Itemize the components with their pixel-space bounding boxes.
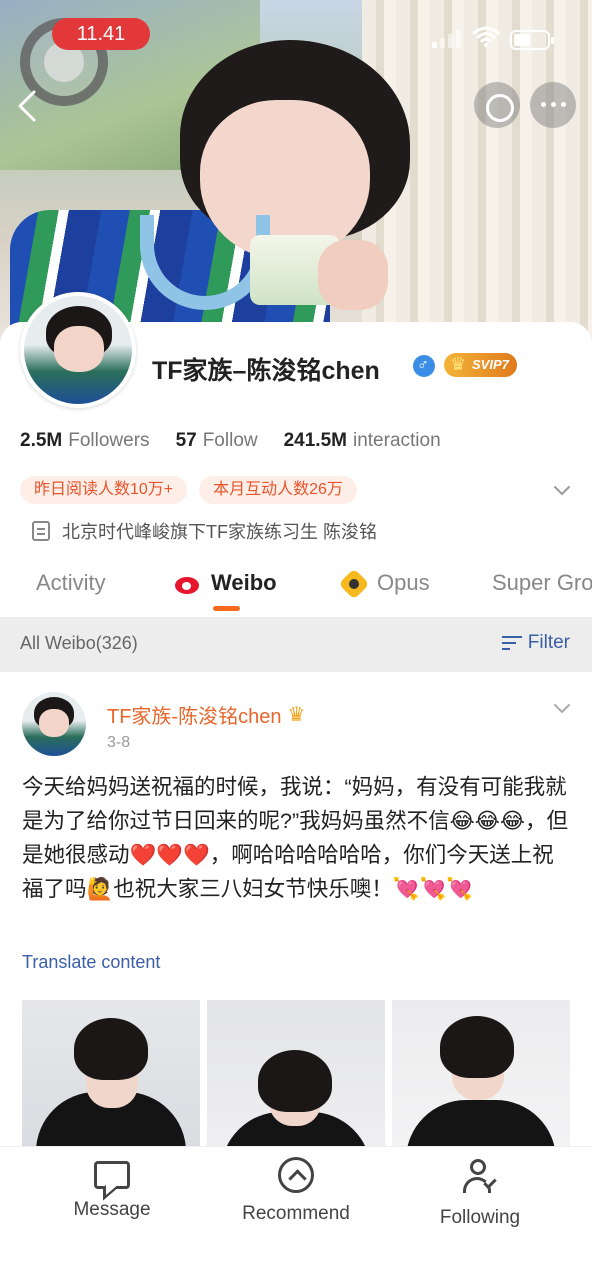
post-date: 3-8 <box>107 734 131 751</box>
tab-activity[interactable]: Activity <box>36 570 106 596</box>
profile-avatar[interactable] <box>20 292 136 408</box>
interaction-stat[interactable]: 241.5M interaction <box>284 430 441 452</box>
tab-super-group[interactable]: Super Gro <box>492 570 592 596</box>
post-photo-3[interactable] <box>392 1000 570 1160</box>
filter-button[interactable]: Filter <box>501 632 570 654</box>
weibo-icon <box>175 571 203 595</box>
post-author-avatar[interactable] <box>22 692 86 756</box>
profile-tags: 昨日阅读人数10万+ 本月互动人数26万 <box>20 476 357 504</box>
tag-daily-readers[interactable]: 昨日阅读人数10万+ <box>20 476 188 504</box>
follow-stat[interactable]: 57 Follow <box>176 430 258 452</box>
post-menu-chevron-icon[interactable] <box>552 700 572 716</box>
tag-monthly-interactions[interactable]: 本月互动人数26万 <box>199 476 357 504</box>
post-photo-1[interactable] <box>22 1000 200 1160</box>
all-weibo-count[interactable]: All Weibo(326) <box>20 633 138 654</box>
status-bar: 11.41 <box>0 0 592 106</box>
active-tab-indicator <box>213 606 240 611</box>
post-photo-2[interactable] <box>207 1000 385 1160</box>
post-author-name[interactable]: TF家族-陈浚铭chen ♛ <box>107 700 305 729</box>
post-photo-grid <box>22 1000 570 1160</box>
translate-content-link[interactable]: Translate content <box>22 952 160 973</box>
nav-recommend[interactable]: Recommend <box>221 1157 371 1225</box>
tab-weibo[interactable]: Weibo <box>175 570 277 596</box>
opus-icon <box>341 571 369 595</box>
crown-icon: ♛ <box>287 704 306 726</box>
post-text[interactable]: 今天给妈妈送祝福的时候，我说：“妈妈，有没有可能我就是为了给你过节日回来的呢?”… <box>22 770 572 906</box>
signal-icon <box>432 30 466 48</box>
bottom-navigation: Message Recommend Following <box>0 1146 592 1280</box>
nav-message[interactable]: Message <box>37 1157 187 1221</box>
document-icon <box>32 521 50 541</box>
status-time: 11.41 <box>52 18 150 50</box>
male-gender-icon <box>413 355 435 377</box>
cover-hand <box>318 240 388 310</box>
recommend-icon <box>278 1157 314 1193</box>
chevron-down-icon[interactable] <box>552 480 572 500</box>
more-dots-icon <box>541 102 566 108</box>
weibo-post[interactable]: TF家族-陈浚铭chen ♛ 3-8 今天给妈妈送祝福的时候，我说：“妈妈，有没… <box>0 672 592 1160</box>
message-icon <box>94 1161 130 1189</box>
followers-stat[interactable]: 2.5M Followers <box>20 430 150 452</box>
refresh-button[interactable] <box>474 82 520 128</box>
back-arrow-icon[interactable] <box>14 88 42 124</box>
nav-following[interactable]: Following <box>405 1157 555 1229</box>
following-icon <box>460 1157 500 1197</box>
profile-stats: 2.5M Followers 57 Follow 241.5M interaction <box>20 430 441 452</box>
profile-bio[interactable]: 北京时代峰峻旗下TF家族练习生 陈浚铭 <box>32 518 377 544</box>
svip-badge[interactable]: SVIP7 <box>444 352 517 377</box>
filter-bar: All Weibo(326) Filter <box>0 617 592 672</box>
profile-tabs: Activity Weibo Opus Super Gro <box>0 560 592 616</box>
tab-opus[interactable]: Opus <box>341 570 430 596</box>
profile-name: TF家族–陈浚铭chen <box>152 357 380 385</box>
wifi-icon <box>472 26 500 47</box>
bio-text: 北京时代峰峻旗下TF家族练习生 陈浚铭 <box>62 522 377 542</box>
battery-icon <box>510 30 554 50</box>
more-options-button[interactable] <box>530 82 576 128</box>
filter-icon <box>501 634 522 652</box>
